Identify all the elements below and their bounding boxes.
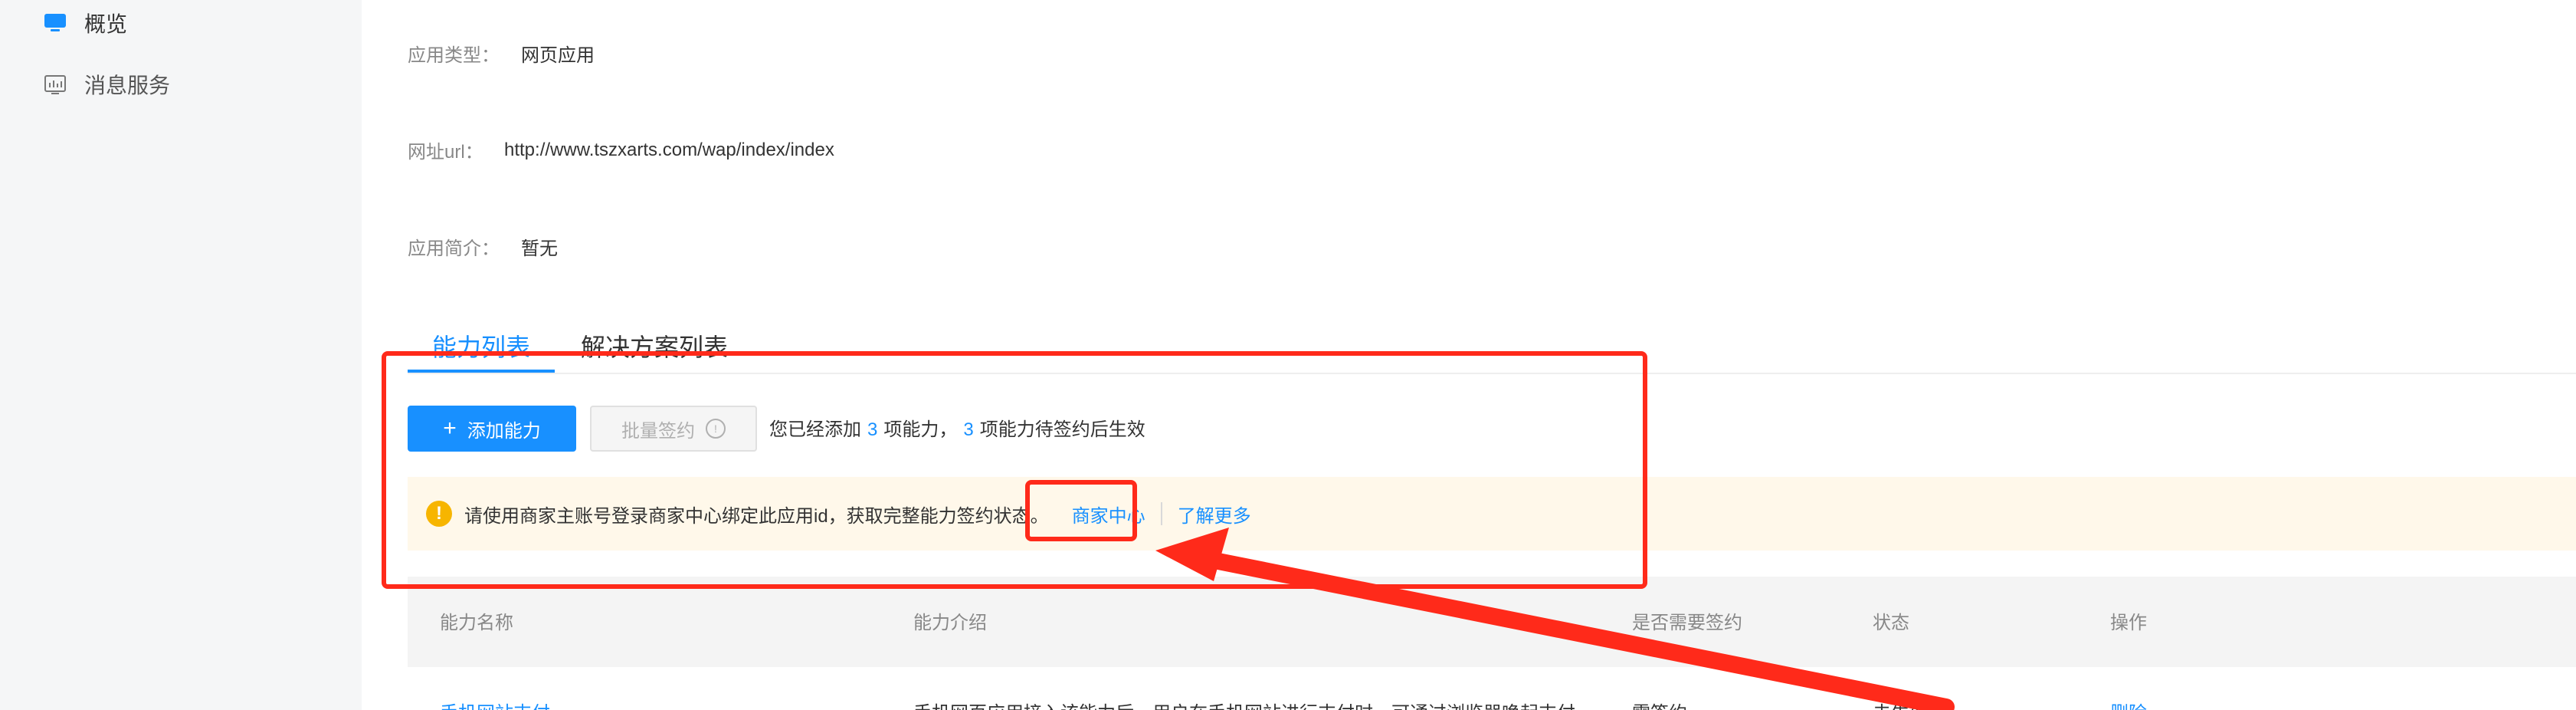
alert-divider: [1160, 502, 1162, 525]
merchant-center-link[interactable]: 商家中心: [1072, 501, 1145, 528]
chart-icon: [43, 72, 67, 97]
merchant-alert: ! 请使用商家主账号登录商家中心绑定此应用id，获取完整能力签约状态。 商家中心…: [408, 477, 2576, 551]
annotation-highlight-box: [382, 351, 1647, 589]
app-type-row: 应用类型： 网页应用: [408, 40, 595, 67]
batch-sign-button[interactable]: 批量签约 !: [590, 406, 757, 452]
warning-icon: !: [426, 501, 452, 527]
summary-prefix: 您已经添加: [769, 419, 861, 440]
column-header-intro: 能力介绍: [913, 613, 987, 633]
summary-suffix: 项能力待签约后生效: [979, 419, 1145, 440]
capability-summary: 您已经添加 3 项能力， 3 项能力待签约后生效: [769, 414, 1145, 441]
column-header-name: 能力名称: [440, 613, 513, 633]
sidebar-item-overview[interactable]: 概览: [43, 3, 127, 43]
column-header-sign: 是否需要签约: [1632, 613, 1742, 633]
add-capability-button[interactable]: + 添加能力: [408, 406, 576, 452]
app-intro-value: 暂无: [521, 238, 558, 259]
sidebar-item-message-service[interactable]: 消息服务: [43, 64, 170, 104]
capability-table-header: 能力名称 能力介绍 是否需要签约 状态 操作: [408, 577, 2576, 667]
tab-active-indicator: [408, 370, 555, 373]
tab-solution-list[interactable]: 解决方案列表: [581, 328, 728, 363]
info-icon[interactable]: !: [706, 419, 726, 439]
capability-intro: 手机网页应用接入该能力后，用户在手机网站进行支付时，可通过浏览器唤起支付...: [913, 698, 1591, 710]
plus-icon: +: [443, 416, 457, 441]
sidebar-item-label: 消息服务: [84, 74, 171, 97]
sidebar: 概览 消息服务: [0, 0, 362, 710]
batch-sign-label: 批量签约: [621, 420, 695, 442]
pending-count: 3: [963, 419, 974, 440]
tab-bar: 能力列表 解决方案列表: [408, 322, 2576, 374]
app-intro-label: 应用简介：: [408, 238, 500, 259]
app-url-row: 网址url： http://www.tszxarts.com/wap/index…: [408, 136, 834, 163]
summary-mid: 项能力，: [883, 419, 958, 440]
learn-more-link[interactable]: 了解更多: [1178, 501, 1251, 528]
monitor-icon: [43, 11, 67, 35]
column-header-status: 状态: [1873, 613, 1909, 633]
app-url-value: http://www.tszxarts.com/wap/index/index: [504, 139, 834, 160]
tab-capability-list[interactable]: 能力列表: [432, 328, 530, 363]
sidebar-item-label: 概览: [84, 12, 128, 36]
sign-required: 需签约: [1632, 698, 1687, 710]
table-row: 手机网站支付 手机网页应用接入该能力后，用户在手机网站进行支付时，可通过浏览器唤…: [408, 667, 2576, 710]
app-type-value: 网页应用: [521, 45, 595, 66]
app-type-label: 应用类型：: [408, 45, 500, 66]
column-header-action: 操作: [2110, 613, 2147, 633]
alert-text: 请使用商家主账号登录商家中心绑定此应用id，获取完整能力签约状态。: [464, 505, 1049, 527]
capability-name-link[interactable]: 手机网站支付: [440, 698, 550, 710]
added-count: 3: [867, 419, 878, 440]
status-badge: 未生效: [1873, 698, 1928, 710]
delete-link[interactable]: 删除: [2110, 698, 2147, 710]
app-url-label: 网址url：: [408, 142, 483, 163]
add-capability-label: 添加能力: [467, 420, 541, 442]
app-intro-row: 应用简介： 暂无: [408, 233, 558, 260]
